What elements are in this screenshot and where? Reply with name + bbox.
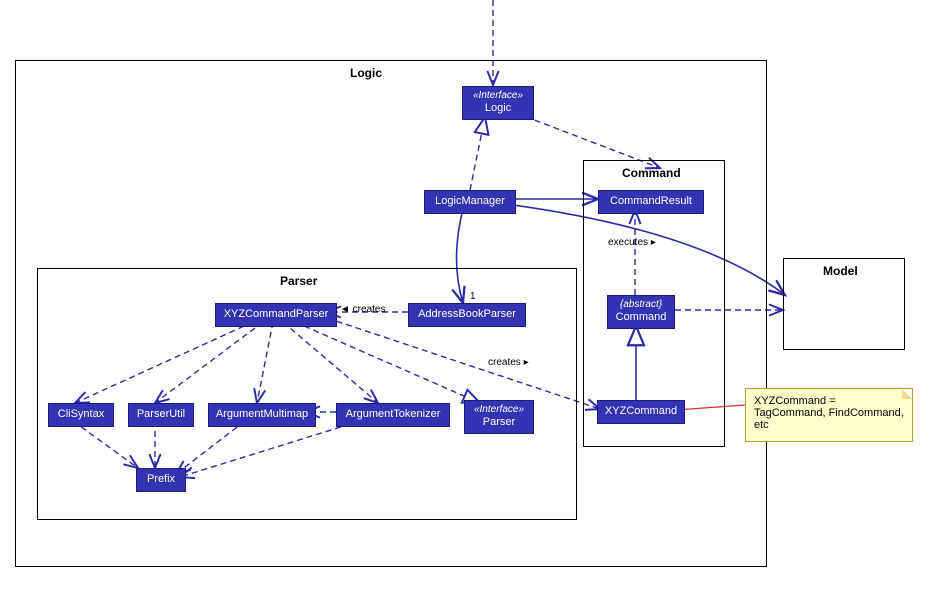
name-cli-syntax: CliSyntax [58,408,104,421]
node-parser-util: ParserUtil [128,403,194,427]
name-prefix: Prefix [147,473,175,486]
package-logic-label: Logic [350,66,382,80]
stereo-abstract-command: {abstract} [620,299,662,311]
node-interface-logic: «Interface» Logic [462,86,534,120]
node-argument-tokenizer: ArgumentTokenizer [336,403,450,427]
name-logic-manager: LogicManager [435,195,505,208]
name-abstract-command: Command [616,311,667,324]
name-address-book-parser: AddressBookParser [418,308,516,321]
name-interface-parser: Parser [483,416,515,429]
node-logic-manager: LogicManager [424,190,516,214]
note-xyzcommand: XYZCommand = TagCommand, FindCommand, et… [745,388,913,442]
label-mult-one: 1 [470,291,476,302]
node-command-result: CommandResult [598,190,704,214]
node-cli-syntax: CliSyntax [48,403,114,427]
name-argument-tokenizer: ArgumentTokenizer [346,408,441,421]
node-prefix: Prefix [136,468,186,492]
node-xyz-command: XYZCommand [597,400,685,424]
label-creates-left: ◄ creates [340,304,385,315]
label-executes: executes ▸ [608,237,656,248]
name-xyz-command: XYZCommand [605,405,677,418]
name-argument-multimap: ArgumentMultimap [216,408,308,421]
label-creates-right: creates ▸ [488,357,529,368]
name-interface-logic: Logic [485,102,511,115]
package-model-label: Model [823,264,858,278]
package-parser-label: Parser [280,274,317,288]
node-address-book-parser: AddressBookParser [408,303,526,327]
name-parser-util: ParserUtil [137,408,185,421]
node-interface-parser: «Interface» Parser [464,400,534,434]
name-xyz-command-parser: XYZCommandParser [224,308,329,321]
uml-diagram: CommandResult (dashed up open arrow) -->… [0,0,933,607]
node-abstract-command: {abstract} Command [607,295,675,329]
node-argument-multimap: ArgumentMultimap [208,403,316,427]
package-command-label: Command [622,166,681,180]
node-xyz-command-parser: XYZCommandParser [215,303,337,327]
stereo-interface-logic: «Interface» [473,90,523,102]
note-xyzcommand-text: XYZCommand = TagCommand, FindCommand, et… [754,395,904,431]
stereo-interface-parser: «Interface» [474,404,524,416]
name-command-result: CommandResult [610,195,692,208]
